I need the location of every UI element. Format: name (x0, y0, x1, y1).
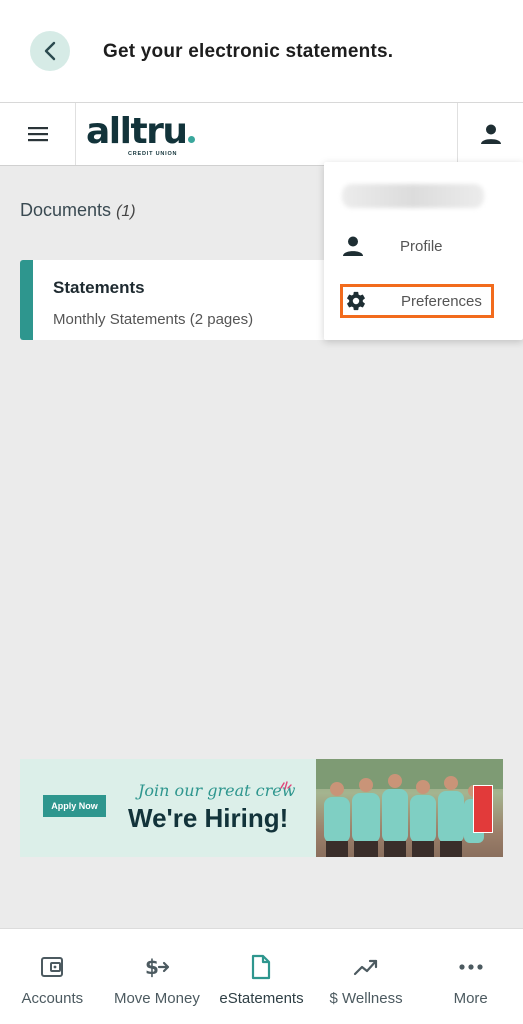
nav-estatements-label: eStatements (219, 990, 304, 1007)
statements-subtitle: Monthly Statements (2 pages) (53, 311, 254, 328)
alltru-logo[interactable]: alltru CREDIT UNION (86, 111, 196, 159)
nav-accounts-label: Accounts (21, 990, 84, 1007)
menu-item-preferences[interactable]: Preferences (340, 284, 494, 318)
chevron-left-icon (44, 41, 56, 61)
hamburger-menu-button[interactable] (0, 103, 76, 165)
document-icon (250, 953, 272, 981)
page-title: Get your electronic statements. (103, 41, 394, 62)
nav-accounts[interactable]: Accounts (0, 929, 105, 1024)
menu-item-profile-label: Profile (400, 237, 443, 255)
nav-more-label: More (453, 990, 488, 1007)
nav-move-money[interactable]: $ Move Money (105, 929, 210, 1024)
person-icon (340, 235, 366, 257)
documents-count: (1) (116, 203, 136, 220)
menu-item-profile[interactable]: Profile (340, 229, 494, 263)
bottom-navigation: Accounts $ Move Money eStatements $ Well… (0, 928, 523, 1024)
dollar-arrow-icon: $ (143, 953, 171, 981)
apply-now-button[interactable]: Apply Now (43, 795, 106, 817)
top-header: Get your electronic statements. (0, 0, 523, 102)
logo-wordmark: alltru (86, 111, 195, 152)
trending-up-icon (353, 953, 379, 981)
banner-tagline: Join our great crew (138, 781, 296, 800)
nav-estatements[interactable]: eStatements (209, 929, 314, 1024)
account-dropdown-menu: Profile Preferences (324, 162, 523, 340)
menu-item-preferences-label: Preferences (401, 292, 482, 310)
more-dots-icon (458, 953, 484, 981)
nav-wellness[interactable]: $ Wellness (314, 929, 419, 1024)
documents-heading: Documents (1) (20, 200, 136, 221)
statements-title: Statements (53, 278, 145, 297)
svg-text:$: $ (145, 955, 159, 979)
app-bar: alltru CREDIT UNION (0, 102, 523, 166)
banner-headline: We're Hiring! (128, 803, 289, 833)
hamburger-icon (27, 127, 48, 142)
wallet-icon (40, 953, 64, 981)
logo-subtext: CREDIT UNION (128, 151, 178, 157)
nav-move-money-label: Move Money (113, 990, 200, 1007)
sparkle-icon (280, 781, 292, 790)
gear-icon (343, 290, 369, 312)
nav-more[interactable]: More (418, 929, 523, 1024)
username-redacted (342, 184, 484, 208)
great-place-to-work-badge (473, 785, 493, 833)
team-photo (316, 759, 503, 857)
back-button[interactable] (30, 31, 70, 71)
nav-wellness-label: $ Wellness (329, 990, 403, 1007)
documents-heading-label: Documents (20, 200, 112, 220)
person-icon (480, 124, 501, 144)
hiring-banner[interactable]: Apply Now Join our great crew We're Hiri… (20, 759, 503, 857)
account-menu-button[interactable] (457, 103, 523, 165)
